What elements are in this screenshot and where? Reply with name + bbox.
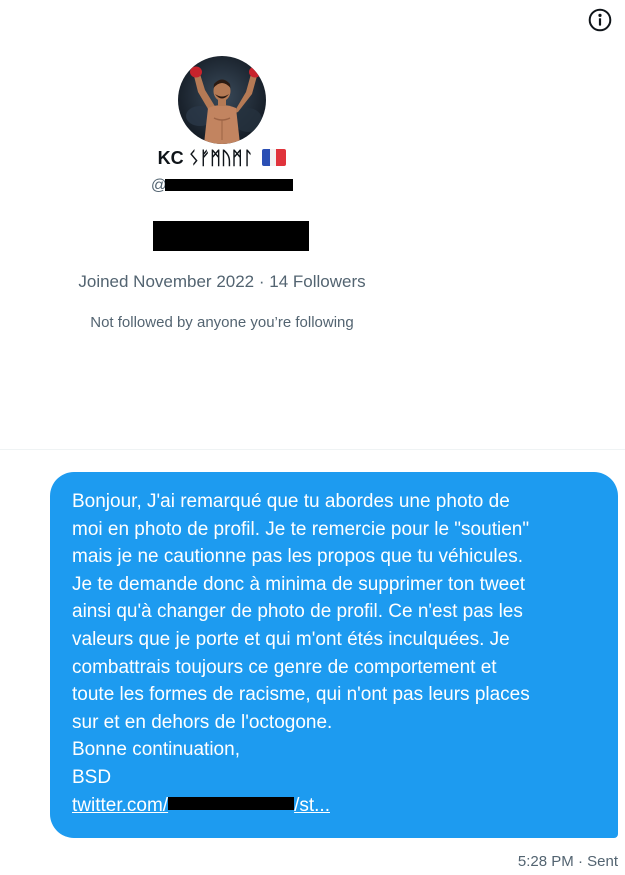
handle-redaction — [165, 179, 294, 191]
message-bubble[interactable]: Bonjour, J'ai remarqué que tu abordes un… — [50, 472, 618, 838]
message-status: 5:28 PM · Sent — [518, 852, 618, 872]
message-text: Bonjour, J'ai remarqué que tu abordes un… — [72, 491, 530, 788]
status-separator: · — [573, 853, 588, 870]
avatar-image — [178, 56, 266, 144]
followers-count[interactable]: 14 Followers — [269, 272, 365, 291]
joined-date: Joined November 2022 — [78, 272, 255, 291]
link-redaction — [168, 796, 295, 810]
info-button[interactable] — [587, 7, 613, 33]
profile-avatar[interactable] — [178, 56, 266, 144]
link-suffix: /st... — [294, 794, 330, 816]
french-flag-icon — [262, 149, 287, 166]
message-sent-status: Sent — [587, 853, 618, 870]
message-link[interactable]: twitter.com/ /st... — [72, 792, 600, 820]
profile-display-name: KC ᛊᚠᛗᚢᛗᛚ — [157, 148, 254, 168]
message-time: 5:28 PM — [517, 853, 574, 870]
mutual-followers-note: Not followed by anyone you’re following — [90, 314, 354, 331]
profile-handle: @ — [0, 175, 444, 197]
profile-meta: Joined November 2022 · 14 Followers — [0, 270, 444, 294]
info-circle-icon — [588, 8, 612, 32]
profile-name-row: KC ᛊᚠᛗᚢᛗᛚ — [0, 146, 444, 170]
link-prefix: twitter.com/ — [72, 794, 169, 816]
meta-separator: · — [254, 272, 270, 291]
divider — [0, 449, 625, 450]
bio-redaction — [153, 221, 309, 251]
